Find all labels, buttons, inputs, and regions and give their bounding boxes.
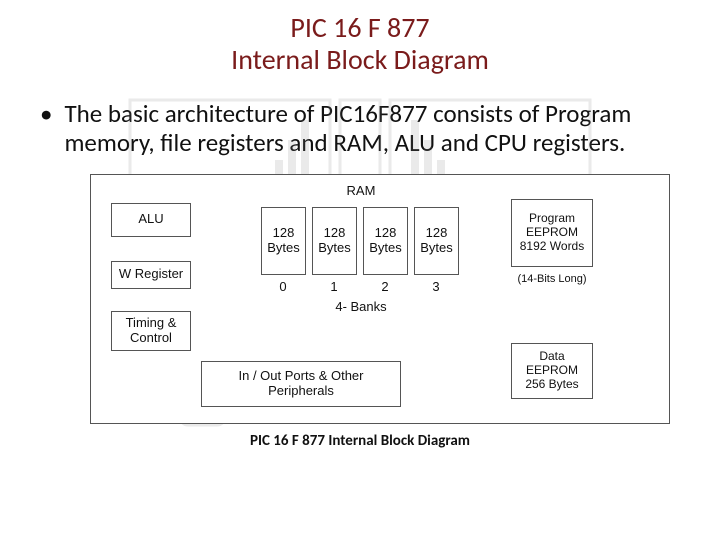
ram-label: RAM <box>331 183 391 198</box>
timing-control-block: Timing & Control <box>111 311 191 351</box>
body-text: • The basic architecture of PIC16F877 co… <box>0 76 720 168</box>
title-line-1: PIC 16 F 877 <box>0 12 720 44</box>
block-diagram: ALU W Register Timing & Control RAM 128 … <box>90 174 670 424</box>
bank-num-1: 1 <box>324 279 344 294</box>
bullet-text: The basic architecture of PIC16F877 cons… <box>64 100 688 158</box>
program-eeprom-bits-label: (14-Bits Long) <box>509 273 595 285</box>
title-line-2: Internal Block Diagram <box>0 44 720 76</box>
bank-num-3: 3 <box>426 279 446 294</box>
ram-bank-0: 128 Bytes <box>261 207 306 275</box>
ram-bank-1: 128 Bytes <box>312 207 357 275</box>
bank-num-2: 2 <box>375 279 395 294</box>
bullet-icon: • <box>40 100 52 158</box>
data-eeprom-block: Data EEPROM 256 Bytes <box>511 343 593 399</box>
io-peripherals-block: In / Out Ports & Other Peripherals <box>201 361 401 407</box>
diagram-caption: PIC 16 F 877 Internal Block Diagram <box>0 432 720 450</box>
slide-title: PIC 16 F 877 Internal Block Diagram <box>0 0 720 76</box>
w-register-block: W Register <box>111 261 191 289</box>
ram-bank-3: 128 Bytes <box>414 207 459 275</box>
program-eeprom-block: Program EEPROM 8192 Words <box>511 199 593 267</box>
banks-count-label: 4- Banks <box>321 299 401 314</box>
ram-bank-2: 128 Bytes <box>363 207 408 275</box>
alu-block: ALU <box>111 203 191 237</box>
bank-num-0: 0 <box>273 279 293 294</box>
